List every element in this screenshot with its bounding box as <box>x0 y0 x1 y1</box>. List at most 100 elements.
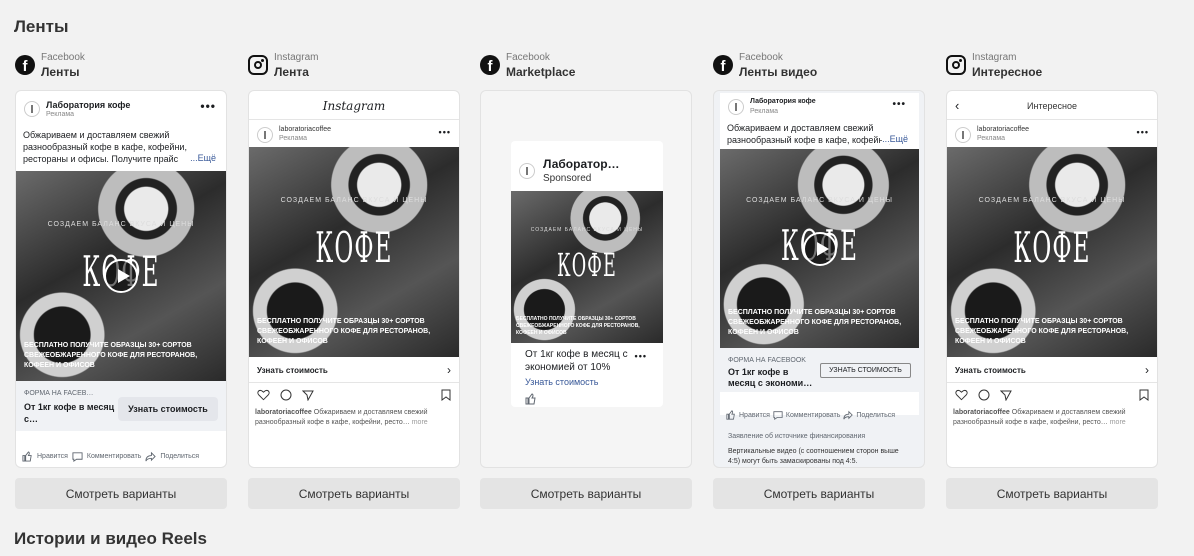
explore-title: Интересное <box>1027 101 1077 111</box>
share-label[interactable]: Поделиться <box>160 453 199 460</box>
cta-link[interactable]: Узнать стоимость <box>955 366 1026 375</box>
cta-link[interactable]: Узнать стоимость <box>257 366 328 375</box>
like-label[interactable]: Нравится <box>739 412 770 419</box>
comment-icon[interactable] <box>280 389 292 401</box>
form-label: ФОРМА НА FACEB… <box>24 390 94 397</box>
like-icon[interactable] <box>22 451 33 462</box>
ad-headline: От 1кг кофе в месяц с… <box>24 402 115 424</box>
more-options-icon[interactable]: ••• <box>892 99 906 110</box>
instagram-wordmark: Instagram <box>322 99 386 113</box>
like-label[interactable]: Нравится <box>37 453 68 460</box>
share-icon[interactable] <box>843 410 854 420</box>
primary-text: Обжариваем и доставляем свежий разнообра… <box>727 123 891 145</box>
comment-icon[interactable] <box>773 410 783 420</box>
facebook-icon: f <box>480 55 500 75</box>
cta-link[interactable]: Узнать стоимость <box>525 377 599 387</box>
placement-header: Instagram Лента <box>248 52 460 88</box>
see-more-link[interactable]: ...Ещё <box>190 153 216 163</box>
more-options-icon[interactable]: ••• <box>635 351 647 361</box>
ad-video[interactable]: СОЗДАЕМ БАЛАНС ВКУСА И ЦЕНЫ КОФЕ БЕСПЛАТ… <box>720 149 919 348</box>
video-note: Вертикальные видео (с соотношением сторо… <box>728 448 899 465</box>
cta-row[interactable]: Узнать стоимость › <box>249 357 459 383</box>
share-label[interactable]: Поделиться <box>856 412 895 419</box>
instagram-icon <box>248 55 268 75</box>
account-name: laboratoriacoffee <box>977 126 1030 133</box>
ad-preview-card[interactable]: Лаборатория кофе Реклама ••• Обжариваем … <box>713 90 925 468</box>
platform-name: Facebook <box>41 52 85 63</box>
placement-name: Marketplace <box>506 65 576 79</box>
placement-name: Лента <box>274 65 309 79</box>
placement-facebook-video-feeds: f Facebook Ленты видео Лаборатория кофе … <box>713 52 925 509</box>
like-icon[interactable] <box>525 393 537 405</box>
avatar <box>24 101 40 117</box>
section-title-stories-reels: Истории и видео Reels <box>14 529 207 548</box>
placement-facebook-feeds: f Facebook Ленты Лаборатория кофе Реклам… <box>15 52 227 509</box>
placement-header: Instagram Интересное <box>946 52 1158 88</box>
bookmark-icon[interactable] <box>441 389 451 401</box>
send-icon[interactable] <box>1000 389 1012 401</box>
more-link[interactable]: more <box>1110 419 1126 426</box>
placement-header: f Facebook Ленты видео <box>713 52 925 88</box>
view-variants-button[interactable]: Смотреть варианты <box>15 478 227 509</box>
ad-preview-card[interactable]: Лаборатория кофе Реклама ••• Обжариваем … <box>15 90 227 468</box>
placement-header: f Facebook Ленты <box>15 52 227 88</box>
share-icon[interactable] <box>145 451 157 462</box>
platform-name: Facebook <box>506 52 550 63</box>
image-tagline: СОЗДАЕМ БАЛАНС ВКУСА И ЦЕНЫ <box>47 221 195 229</box>
avatar <box>519 163 535 179</box>
comment-icon[interactable] <box>978 389 990 401</box>
more-link[interactable]: more <box>412 419 428 426</box>
heart-icon[interactable] <box>955 389 968 401</box>
divider <box>947 119 1157 120</box>
action-bar <box>257 389 314 401</box>
view-variants-button[interactable]: Смотреть варианты <box>248 478 460 509</box>
image-promo: БЕСПЛАТНО ПОЛУЧИТЕ ОБРАЗЦЫ 30+ СОРТОВ СВ… <box>516 316 640 336</box>
platform-name: Instagram <box>274 52 319 63</box>
comment-label[interactable]: Комментировать <box>87 453 142 460</box>
primary-text: Обжариваем и доставляем свежий разнообра… <box>23 130 187 164</box>
view-variants-button[interactable]: Смотреть варианты <box>946 478 1158 509</box>
marketplace-tile[interactable]: Лаборатор… Sponsored СОЗДАЕМ БАЛАНС ВКУС… <box>511 141 663 407</box>
page-name: Лаборатория кофе <box>750 98 816 105</box>
ad-preview-card[interactable]: ‹ Интересное laboratoriacoffee Реклама •… <box>946 90 1158 468</box>
placement-name: Ленты видео <box>739 65 818 79</box>
ad-image[interactable]: СОЗДАЕМ БАЛАНС ВКУСА И ЦЕНЫ КОФЕ БЕСПЛАТ… <box>16 171 226 381</box>
cta-button[interactable]: Узнать стоимость <box>118 397 218 421</box>
platform-name: Instagram <box>972 52 1017 63</box>
more-options-icon[interactable]: ••• <box>200 99 216 113</box>
play-icon[interactable] <box>104 259 138 293</box>
image-tagline: СОЗДАЕМ БАЛАНС ВКУСА И ЦЕНЫ <box>280 197 428 205</box>
cta-row[interactable]: Узнать стоимость › <box>947 357 1157 383</box>
ad-image[interactable]: СОЗДАЕМ БАЛАНС ВКУСА И ЦЕНЫ КОФЕ БЕСПЛАТ… <box>511 191 663 343</box>
reaction-bar: Нравится Комментировать Поделиться <box>726 410 895 420</box>
view-variants-button[interactable]: Смотреть варианты <box>480 478 692 509</box>
placement-header: f Facebook Marketplace <box>480 52 692 88</box>
ad-image[interactable]: СОЗДАЕМ БАЛАНС ВКУСА И ЦЕНЫ КОФЕ БЕСПЛАТ… <box>249 147 459 357</box>
like-icon[interactable] <box>726 410 736 420</box>
view-variants-button[interactable]: Смотреть варианты <box>713 478 925 509</box>
form-label: ФОРМА НА FACEBOOK <box>728 357 806 364</box>
avatar <box>257 127 273 143</box>
bookmark-icon[interactable] <box>1139 389 1149 401</box>
heart-icon[interactable] <box>257 389 270 401</box>
ad-image[interactable]: СОЗДАЕМ БАЛАНС ВКУСА И ЦЕНЫ КОФЕ БЕСПЛАТ… <box>947 147 1157 357</box>
sponsored-label: Sponsored <box>543 173 592 184</box>
ad-preview-card[interactable]: Лаборатор… Sponsored СОЗДАЕМ БАЛАНС ВКУС… <box>480 90 692 468</box>
comment-label[interactable]: Комментировать <box>786 412 841 419</box>
play-icon[interactable] <box>802 231 837 266</box>
more-options-icon[interactable]: ••• <box>439 127 451 137</box>
cta-button[interactable]: УЗНАТЬ СТОИМОСТЬ <box>820 363 911 378</box>
page-name: Лаборатория кофе <box>46 100 131 110</box>
ad-preview-card[interactable]: Instagram laboratoriacoffee Реклама ••• … <box>248 90 460 468</box>
divider <box>249 119 459 120</box>
account-name: laboratoriacoffee <box>279 126 332 133</box>
send-icon[interactable] <box>302 389 314 401</box>
image-promo: БЕСПЛАТНО ПОЛУЧИТЕ ОБРАЗЦЫ 30+ СОРТОВ СВ… <box>257 318 431 345</box>
sponsored-label: Реклама <box>46 111 75 118</box>
caption: laboratoriacoffee Обжариваем и доставляе… <box>255 409 428 426</box>
see-more-link[interactable]: ...Ещё <box>882 134 908 144</box>
image-tagline: СОЗДАЕМ БАЛАНС ВКУСА И ЦЕНЫ <box>978 197 1126 205</box>
comment-icon[interactable] <box>72 451 83 462</box>
more-options-icon[interactable]: ••• <box>1137 127 1149 137</box>
avatar <box>728 99 744 115</box>
